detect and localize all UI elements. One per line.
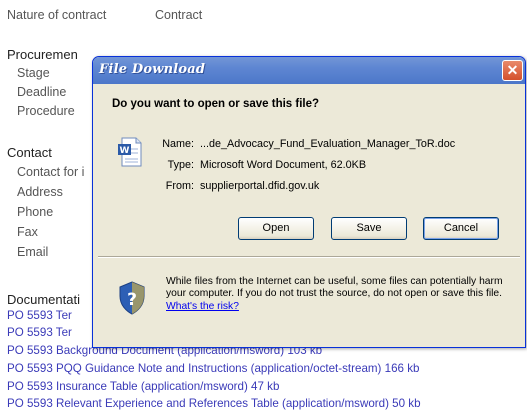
- fax-label: Fax: [17, 225, 38, 239]
- doc-link[interactable]: PO 5593 Ter: [7, 309, 72, 322]
- dialog-title-bar[interactable]: File Download ✕: [93, 57, 525, 84]
- contact-for-label: Contact for i: [17, 165, 85, 179]
- email-label: Email: [17, 245, 49, 259]
- name-label: Name:: [162, 138, 194, 150]
- type-value: Microsoft Word Document, 62.0KB: [200, 159, 367, 171]
- nature-of-contract-value: Contract: [155, 8, 203, 22]
- save-button[interactable]: Save: [331, 217, 407, 240]
- doc-link[interactable]: PO 5593 Ter: [7, 326, 72, 339]
- shield-question-icon: ?: [119, 281, 145, 315]
- doc-link[interactable]: PO 5593 PQQ Guidance Note and Instructio…: [7, 362, 419, 375]
- deadline-label: Deadline: [17, 85, 67, 99]
- whats-the-risk-link[interactable]: What's the risk?: [166, 301, 239, 312]
- warning-text: While files from the Internet can be use…: [166, 276, 503, 300]
- dialog-body: Do you want to open or save this file? W…: [96, 84, 522, 344]
- name-value: ...de_Advocacy_Fund_Evaluation_Manager_T…: [200, 138, 456, 150]
- from-label: From:: [165, 180, 194, 192]
- open-button[interactable]: Open: [238, 217, 314, 240]
- nature-of-contract-label: Nature of contract: [7, 8, 107, 22]
- doc-link[interactable]: PO 5593 Insurance Table (application/msw…: [7, 380, 279, 393]
- stage-label: Stage: [17, 66, 50, 80]
- file-download-dialog: File Download ✕ Do you want to open or s…: [92, 56, 526, 348]
- doc-link[interactable]: PO 5593 Relevant Experience and Referenc…: [7, 397, 421, 410]
- close-button[interactable]: ✕: [502, 60, 523, 81]
- procedure-label: Procedure: [17, 104, 75, 118]
- procurement-heading: Procuremen: [7, 47, 78, 62]
- cancel-button[interactable]: Cancel: [423, 217, 499, 240]
- svg-text:W: W: [120, 146, 130, 156]
- contact-heading: Contact: [7, 145, 52, 160]
- address-label: Address: [17, 185, 63, 199]
- security-warning: While files from the Internet can be use…: [166, 276, 506, 313]
- dialog-question: Do you want to open or save this file?: [112, 98, 320, 110]
- dialog-title: File Download: [99, 62, 206, 77]
- dialog-divider: [98, 256, 520, 258]
- phone-label: Phone: [17, 205, 54, 219]
- svg-text:?: ?: [127, 290, 137, 310]
- documentation-heading: Documentati: [7, 292, 80, 307]
- type-label: Type:: [167, 159, 194, 171]
- from-value: supplierportal.dfid.gov.uk: [200, 180, 320, 192]
